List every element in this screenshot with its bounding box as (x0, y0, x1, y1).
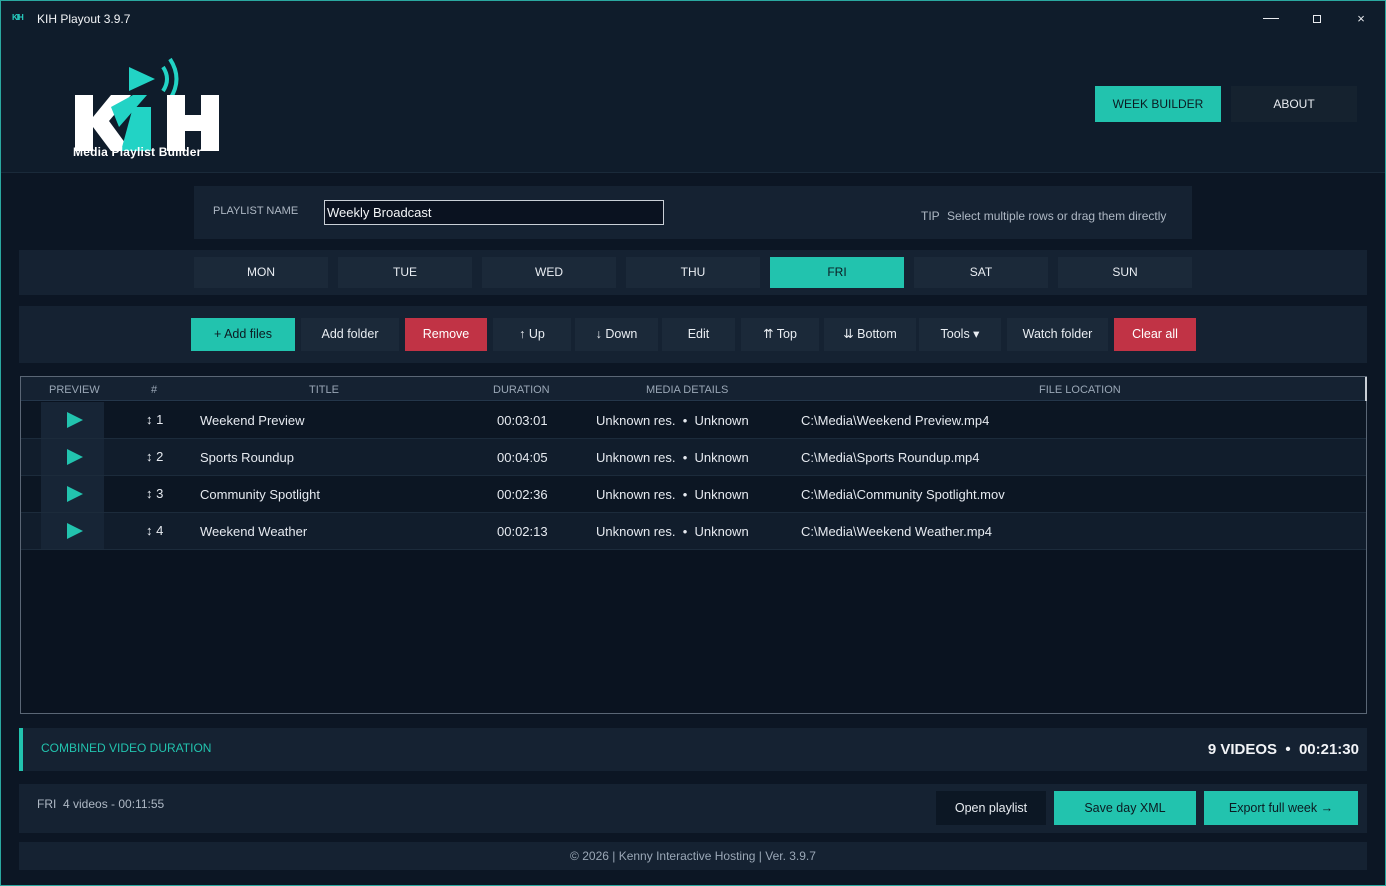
row-details: Unknown res. • Unknown (596, 413, 749, 428)
column-duration[interactable]: DURATION (493, 384, 550, 396)
save-day-xml-button[interactable]: Save day XML (1054, 791, 1196, 825)
row-location: C:\Media\Weekend Preview.mp4 (801, 413, 990, 428)
add-files-button[interactable]: + Add files (191, 318, 295, 351)
preview-cell (41, 513, 104, 549)
app-icon: KIH (12, 13, 26, 24)
move-down-button[interactable]: ↓ Down (575, 318, 658, 351)
day-tabs: MON TUE WED THU FRI SAT SUN (19, 250, 1367, 295)
export-full-week-button[interactable]: Export full week → (1204, 791, 1358, 825)
column-media-details[interactable]: MEDIA DETAILS (646, 384, 728, 396)
combined-duration-value: 9 VIDEOS • 00:21:30 (1207, 741, 1359, 758)
row-location: C:\Media\Weekend Weather.mp4 (801, 524, 993, 539)
playlist-name-panel: PLAYLIST NAME TIP Select multiple rows o… (194, 186, 1192, 239)
tip-label: TIP (921, 209, 940, 223)
move-bottom-button[interactable]: ⇊ Bottom (824, 318, 916, 351)
row-location: C:\Media\Community Spotlight.mov (801, 487, 1005, 502)
tab-fri[interactable]: FRI (770, 257, 904, 288)
row-details: Unknown res. • Unknown (596, 487, 749, 502)
row-title: Weekend Preview (200, 413, 305, 428)
tab-sun[interactable]: SUN (1058, 257, 1192, 288)
play-icon[interactable] (67, 449, 83, 465)
table-header-edge (1365, 377, 1367, 401)
column-number[interactable]: # (151, 384, 157, 396)
close-icon: × (1357, 11, 1365, 26)
copyright-bar: © 2026 | Kenny Interactive Hosting | Ver… (19, 842, 1367, 870)
app-window: KIH KIH Playout 3.9.7 × Media Playlist B… (0, 0, 1386, 886)
drag-handle[interactable]: ↕ 4 (146, 523, 163, 538)
day-status: FRI 4 videos - 00:11:55 (37, 797, 165, 811)
table-row[interactable]: ↕ 2 Sports Roundup 00:04:05 Unknown res.… (21, 439, 1366, 476)
clear-all-button[interactable]: Clear all (1114, 318, 1196, 351)
playlist-name-label: PLAYLIST NAME (213, 205, 299, 217)
move-up-button[interactable]: ↑ Up (493, 318, 571, 351)
tab-wed[interactable]: WED (482, 257, 616, 288)
table-row[interactable]: ↕ 1 Weekend Preview 00:03:01 Unknown res… (21, 402, 1366, 439)
minimize-button[interactable] (1249, 7, 1293, 31)
window-title: KIH Playout 3.9.7 (37, 12, 131, 26)
column-preview[interactable]: PREVIEW (49, 384, 100, 396)
row-duration: 00:04:05 (497, 450, 548, 465)
preview-cell (41, 439, 104, 475)
row-location: C:\Media\Sports Roundup.mp4 (801, 450, 980, 465)
row-title: Sports Roundup (200, 450, 294, 465)
row-title: Weekend Weather (200, 524, 308, 539)
row-duration: 00:02:36 (497, 487, 548, 502)
column-title[interactable]: TITLE (309, 384, 339, 396)
add-folder-button[interactable]: Add folder (301, 318, 399, 351)
row-number: 1 (156, 412, 164, 427)
row-details: Unknown res. • Unknown (596, 450, 749, 465)
preview-cell (41, 476, 104, 512)
week-builder-button[interactable]: WEEK BUILDER (1095, 86, 1221, 122)
row-number: 4 (156, 523, 164, 538)
title-bar: KIH KIH Playout 3.9.7 × (1, 1, 1385, 37)
edit-button[interactable]: Edit (662, 318, 735, 351)
row-duration: 00:02:13 (497, 524, 548, 539)
about-button[interactable]: ABOUT (1231, 86, 1357, 122)
play-icon[interactable] (67, 523, 83, 539)
table-header: PREVIEW # TITLE DURATION MEDIA DETAILS F… (21, 377, 1367, 401)
minimize-icon (1263, 18, 1279, 19)
combined-duration-label: COMBINED VIDEO DURATION (41, 741, 212, 755)
tab-mon[interactable]: MON (194, 257, 328, 288)
play-icon[interactable] (67, 412, 83, 428)
row-duration: 00:03:01 (497, 413, 548, 428)
tools-dropdown[interactable]: Tools ▾ (919, 318, 1001, 351)
logo-subtitle: Media Playlist Builder (73, 145, 202, 159)
playlist-name-input[interactable] (324, 200, 664, 225)
column-file-location[interactable]: FILE LOCATION (1039, 384, 1121, 396)
watch-folder-button[interactable]: Watch folder (1007, 318, 1108, 351)
combined-duration-panel: COMBINED VIDEO DURATION 9 VIDEOS • 00:21… (19, 728, 1367, 771)
tab-tue[interactable]: TUE (338, 257, 472, 288)
row-number: 3 (156, 486, 164, 501)
move-top-button[interactable]: ⇈ Top (741, 318, 819, 351)
tab-thu[interactable]: THU (626, 257, 760, 288)
action-toolbar: + Add files Add folder Remove ↑ Up ↓ Dow… (19, 306, 1367, 363)
row-number: 2 (156, 449, 164, 464)
playlist-table[interactable]: PREVIEW # TITLE DURATION MEDIA DETAILS F… (20, 376, 1367, 714)
drag-handle[interactable]: ↕ 2 (146, 449, 163, 464)
remove-button[interactable]: Remove (405, 318, 487, 351)
maximize-icon (1313, 15, 1321, 23)
tip-message: Select multiple rows or drag them direct… (947, 209, 1167, 223)
app-header: Media Playlist Builder WEEK BUILDER ABOU… (1, 37, 1385, 173)
row-details: Unknown res. • Unknown (596, 524, 749, 539)
play-icon[interactable] (67, 486, 83, 502)
drag-handle[interactable]: ↕ 3 (146, 486, 163, 501)
table-row[interactable]: ↕ 4 Weekend Weather 00:02:13 Unknown res… (21, 513, 1366, 550)
footer-actions: FRI 4 videos - 00:11:55 Open playlist Sa… (19, 784, 1367, 833)
row-title: Community Spotlight (200, 487, 320, 502)
drag-handle[interactable]: ↕ 1 (146, 412, 163, 427)
open-playlist-button[interactable]: Open playlist (936, 791, 1046, 825)
table-row[interactable]: ↕ 3 Community Spotlight 00:02:36 Unknown… (21, 476, 1366, 513)
maximize-button[interactable] (1295, 7, 1339, 31)
tab-sat[interactable]: SAT (914, 257, 1048, 288)
app-icon-text: KIH (12, 13, 24, 22)
close-button[interactable]: × (1339, 7, 1383, 31)
preview-cell (41, 402, 104, 438)
tip-text: TIP Select multiple rows or drag them di… (921, 209, 1166, 223)
